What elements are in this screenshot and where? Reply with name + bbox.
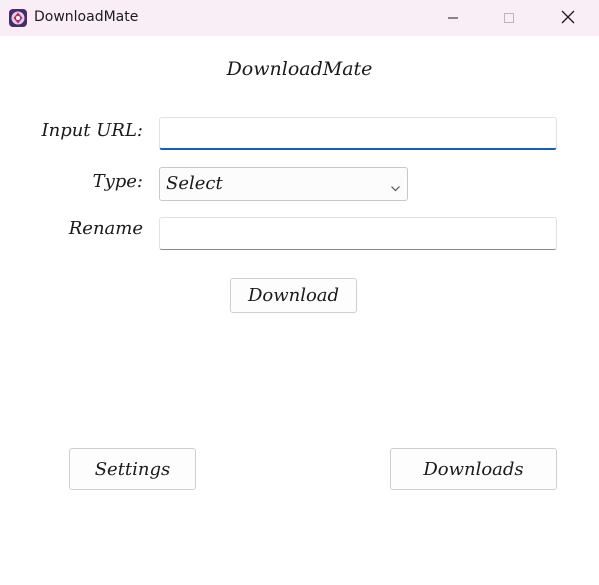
window-title: DownloadMate — [34, 9, 139, 25]
maximize-icon — [503, 9, 515, 28]
minimize-button[interactable] — [430, 0, 476, 36]
input-url-label: Input URL: — [41, 120, 143, 141]
title-bar: DownloadMate — [0, 0, 599, 36]
minimize-icon — [447, 9, 459, 28]
settings-button[interactable]: Settings — [69, 448, 196, 490]
download-button[interactable]: Download — [230, 278, 357, 313]
downloads-button[interactable]: Downloads — [390, 448, 557, 490]
close-icon — [561, 9, 575, 28]
app-icon — [8, 8, 28, 28]
type-select[interactable]: Select — [159, 167, 408, 201]
close-button[interactable] — [545, 0, 591, 36]
rename-label: Rename — [68, 218, 143, 239]
maximize-button[interactable] — [486, 0, 532, 36]
app-heading: DownloadMate — [226, 58, 373, 80]
url-input[interactable] — [159, 117, 557, 150]
chevron-down-icon — [390, 179, 401, 198]
type-label: Type: — [92, 171, 143, 192]
type-select-value: Select — [166, 173, 223, 194]
rename-input[interactable] — [159, 217, 557, 250]
